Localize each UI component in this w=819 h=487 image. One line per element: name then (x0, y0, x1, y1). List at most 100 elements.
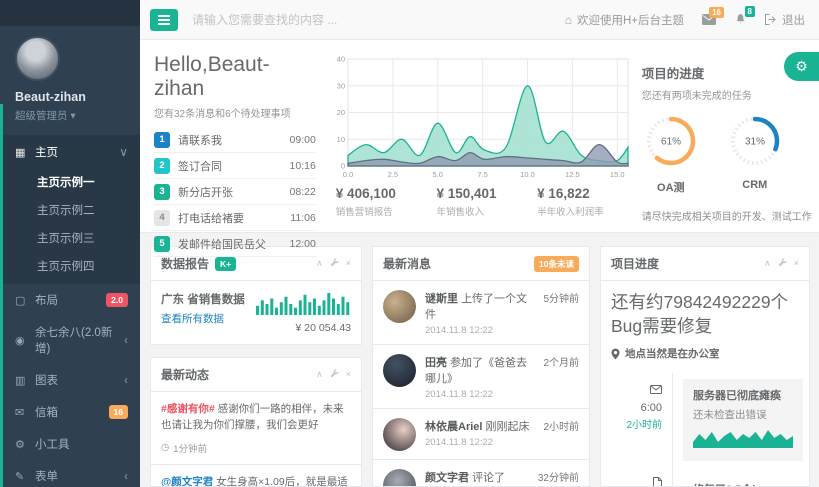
activity-post: @颜文字君 女生身高×1.09后，就是最适合你的男生身高；相反，男生是÷1.09… (151, 465, 361, 487)
sidebar-item[interactable]: ▦主页∨ (0, 136, 140, 168)
avatar[interactable] (383, 418, 416, 451)
home-icon: ⌂ (565, 13, 572, 27)
user-role-dropdown[interactable]: 超级管理员 ▾ (15, 108, 140, 123)
todo-item[interactable]: 5发邮件给国民岳父12:00 (154, 231, 316, 257)
collapse-icon[interactable]: ∧ (316, 370, 323, 379)
todo-list: 1请联系我09:002签订合同10:163新分店开张08:224打电话给褚要11… (154, 127, 316, 257)
view-all-data-link[interactable]: 查看所有数据 (161, 311, 224, 326)
search-input[interactable] (192, 13, 442, 27)
timeline-item: 7:00 3小时前 修复了0.5个bug 重启服务 (611, 467, 799, 487)
close-icon[interactable]: × (346, 259, 351, 268)
svg-text:31%: 31% (745, 137, 765, 148)
news-user-name[interactable]: 林依晨Ariel (425, 421, 482, 433)
caret-down-icon: ▾ (70, 110, 75, 122)
menu-badge: 16 (109, 405, 128, 419)
messages-button[interactable]: 16 (702, 14, 716, 25)
todo-label: 新分店开张 (178, 184, 290, 200)
sidebar-item[interactable]: ✉信箱16 (0, 396, 140, 428)
todo-item[interactable]: 1请联系我09:00 (154, 127, 316, 153)
panel-tools: ∧ × (316, 369, 351, 380)
avatar[interactable] (383, 354, 416, 387)
sidebar-item[interactable]: ✎表单‹ (0, 460, 140, 487)
timeline-desc: 还未检查出错误 (693, 407, 793, 422)
wrench-icon[interactable] (778, 258, 787, 269)
panel-badge: K+ (215, 257, 236, 271)
sign-out-icon (765, 14, 777, 25)
timeline-title: 修复了0.5个bug (693, 481, 789, 487)
avatar[interactable] (383, 469, 416, 487)
sidebar-subitem[interactable]: 主页示例一 (0, 168, 140, 196)
svg-text:20: 20 (336, 108, 344, 117)
chevron-left-icon: ‹ (124, 336, 128, 344)
news-user-name[interactable]: 谜斯里 (425, 293, 458, 305)
news-item: 田亮 参加了《爸爸去哪儿》 2014.11.8 12:22 2个月前 (373, 345, 589, 409)
stat-annual-revenue: ¥ 150,401年销售收入 (430, 186, 531, 218)
panel-title: 最新消息 (383, 255, 431, 272)
todo-number-badge: 4 (154, 210, 170, 226)
sidebar-subitem[interactable]: 主页示例四 (0, 252, 140, 280)
close-icon[interactable]: × (346, 370, 351, 379)
envelope-icon: ✉ (15, 406, 35, 419)
wrench-icon[interactable] (330, 258, 339, 269)
file-icon (653, 477, 662, 487)
sidebar-subitem[interactable]: 主页示例三 (0, 224, 140, 252)
sidebar-item[interactable]: ▥图表‹ (0, 364, 140, 396)
sidebar-item-label: 图表 (35, 372, 124, 388)
theme-settings-button[interactable]: ⚙ (784, 52, 819, 81)
clock-icon: ◷ (161, 442, 169, 453)
news-user-name[interactable]: 颜文字君 (425, 472, 469, 484)
avatar[interactable] (383, 290, 416, 323)
edit-icon: ✎ (15, 470, 35, 483)
project-overview: 项目的进度 您还有两项未完成的任务 61% OA测 31% CRM 请尽快完成相… (642, 53, 813, 232)
collapse-icon[interactable]: ∧ (764, 259, 771, 268)
wrench-icon[interactable] (330, 369, 339, 380)
todo-time: 11:06 (290, 212, 316, 224)
topbar: ⌂ 欢迎使用H+后台主题 16 8 退出 (140, 0, 819, 40)
sidebar-item-label: 表单 (35, 468, 124, 484)
location-text: 地点当然是在办公室 (625, 346, 720, 361)
logout-label: 退出 (782, 12, 805, 28)
panel-latest-news: 最新消息 10条未读 谜斯里 上传了一个文件 2014.11.8 12:22 5… (372, 246, 590, 487)
bar-chart-icon: ▥ (15, 374, 35, 387)
sidebar-toggle-button[interactable] (150, 9, 178, 31)
sidebar-item[interactable]: ◉余七余八(2.0新增)‹ (0, 316, 140, 364)
collapse-icon[interactable]: ∧ (316, 259, 323, 268)
timeline-title: 服务器已彻底瘫痪 (693, 387, 793, 403)
sidebar-subitem[interactable]: 主页示例二 (0, 196, 140, 224)
svg-text:5.0: 5.0 (432, 170, 442, 179)
sales-sparkline (256, 291, 351, 320)
todo-time: 09:00 (290, 134, 316, 146)
sidebar-item-label: 主页 (35, 144, 119, 160)
panel-title: 最新动态 (161, 366, 209, 383)
report-item-title: 广东 省销售数据 (161, 291, 256, 307)
avatar[interactable] (15, 36, 60, 81)
news-date: 2014.11.8 12:22 (425, 389, 537, 400)
news-ago: 2小时前 (543, 418, 579, 451)
panel-title: 项目进度 (611, 255, 659, 272)
todo-item[interactable]: 3新分店开张08:22 (154, 179, 316, 205)
close-icon[interactable]: × (794, 259, 799, 268)
message-count-badge: 16 (709, 7, 724, 18)
news-user-name[interactable]: 田亮 (425, 357, 447, 369)
timeline-ago: 2小时前 (611, 416, 662, 431)
todo-item[interactable]: 2签订合同10:16 (154, 153, 316, 179)
alert-count-badge: 8 (745, 6, 755, 17)
chevron-down-icon: ∨ (119, 148, 128, 156)
panel-title: 数据报告 (161, 255, 209, 272)
welcome-label: 欢迎使用H+后台主题 (577, 12, 684, 28)
topic-link[interactable]: #感谢有你# (161, 403, 215, 415)
sidebar-item[interactable]: ▢布局2.0 (0, 284, 140, 316)
sidebar: Beaut-zihan 超级管理员 ▾ ▦主页∨主页示例一主页示例二主页示例三主… (0, 0, 140, 487)
svg-text:0.0: 0.0 (343, 170, 353, 179)
user-mention-link[interactable]: @颜文字君 (161, 476, 213, 487)
sidebar-item-label: 信箱 (35, 404, 109, 420)
todo-item[interactable]: 4打电话给褚要11:06 (154, 205, 316, 231)
progress-gauge: 31% CRM (726, 112, 784, 195)
todo-time: 10:16 (290, 160, 316, 172)
notifications-button[interactable]: 8 (734, 13, 747, 26)
timeline-item: 6:00 2小时前 服务器已彻底瘫痪 还未检查出错误 (611, 373, 799, 467)
todo-time: 08:22 (290, 186, 316, 198)
sidebar-item[interactable]: ⚙小工具 (0, 428, 140, 460)
unread-badge: 10条未读 (534, 256, 579, 272)
logout-button[interactable]: 退出 (765, 12, 805, 28)
